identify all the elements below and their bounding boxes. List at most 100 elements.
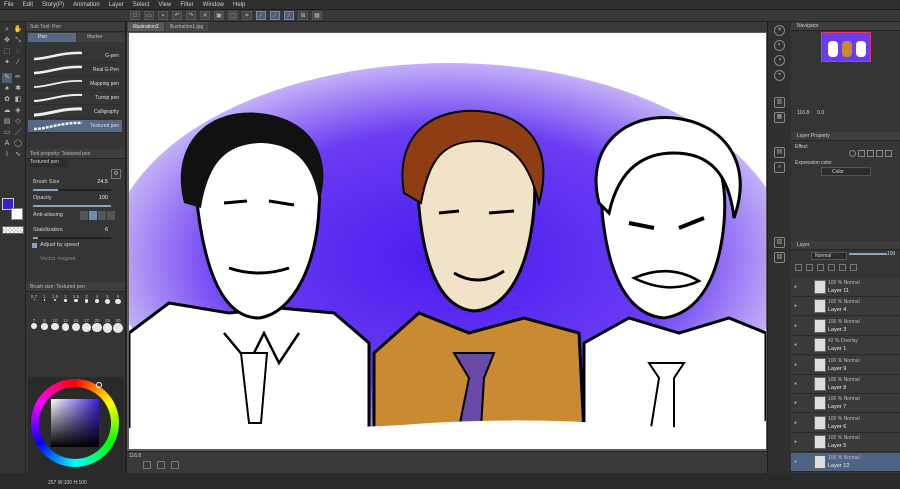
material-tab-icon[interactable]: ▨ xyxy=(774,252,785,263)
menu-window[interactable]: Window xyxy=(203,2,224,8)
color-set-icon[interactable]: ◑ xyxy=(774,55,785,66)
brush-size-value[interactable]: 24.5 xyxy=(97,179,108,185)
brush-turnip-pen[interactable]: Turnip pen xyxy=(28,92,122,105)
fill-icon[interactable]: ▣ xyxy=(214,11,224,20)
select-tool-icon[interactable]: ⬚ xyxy=(2,47,12,57)
visibility-eye-icon[interactable]: ● xyxy=(794,303,800,309)
save-icon[interactable]: ▪ xyxy=(158,11,168,20)
wand-tool-icon[interactable]: ✦ xyxy=(2,58,12,68)
tab-illustration1[interactable]: Illustration1.jpg xyxy=(164,22,209,31)
navigator-tab-icon[interactable]: ▥ xyxy=(774,97,785,108)
vector-magnet-row[interactable]: Vector magnet xyxy=(28,254,122,265)
visibility-eye-icon[interactable]: ● xyxy=(794,439,800,445)
antialias-none-icon[interactable] xyxy=(80,211,88,220)
pencil-tool-icon[interactable]: ✏ xyxy=(13,73,23,83)
visibility-eye-icon[interactable]: ● xyxy=(794,323,800,329)
visibility-eye-icon[interactable]: ● xyxy=(794,400,800,406)
visibility-eye-icon[interactable]: ● xyxy=(794,284,800,290)
layer-row[interactable]: ● 42 % Overlay Layer 1 xyxy=(791,336,900,356)
hue-picker[interactable] xyxy=(96,382,102,388)
color-circle-icon[interactable]: ◐ xyxy=(774,40,785,51)
search-layer-tab-icon[interactable]: ⌕ xyxy=(774,162,785,173)
airbrush-tool-icon[interactable]: ✱ xyxy=(13,84,23,94)
layer-row[interactable]: ● 100 % Normal Layer 3 xyxy=(791,316,900,336)
menu-story[interactable]: Story(P) xyxy=(42,2,64,8)
eyedropper-tool-icon[interactable]: ⁄ xyxy=(13,58,23,68)
draft-layer-icon[interactable] xyxy=(817,264,824,271)
blend-mode-select[interactable]: Normal xyxy=(811,252,847,260)
antialias-strong-icon[interactable] xyxy=(107,211,115,220)
special-ruler-icon[interactable]: ⊞ xyxy=(298,11,308,20)
redo-icon[interactable]: ↷ xyxy=(186,11,196,20)
artwork-canvas[interactable] xyxy=(129,33,766,449)
transform-tool-icon[interactable]: ⤡ xyxy=(13,36,23,46)
brush-tool-icon[interactable]: ♠ xyxy=(2,84,12,94)
layer-row[interactable]: ● 100 % Normal Layer 6 xyxy=(791,413,900,433)
snap-grid-icon[interactable]: ∕ xyxy=(284,11,294,20)
snap-ruler-icon[interactable]: ∕ xyxy=(256,11,266,20)
brush-size-preset[interactable]: 6 xyxy=(112,294,124,306)
eraser-tool-icon[interactable]: ◧ xyxy=(13,95,23,105)
transparent-color-swatch[interactable] xyxy=(2,226,24,234)
menu-edit[interactable]: Edit xyxy=(23,2,33,8)
menu-file[interactable]: File xyxy=(4,2,14,8)
layer-row[interactable]: ● 100 % Normal Layer 4 xyxy=(791,297,900,317)
brush-calligraphy[interactable]: Calligraphy xyxy=(28,106,122,119)
lock-layer-icon[interactable] xyxy=(828,264,835,271)
move-tool-icon[interactable]: ✥ xyxy=(2,36,12,46)
reference-layer-icon[interactable] xyxy=(806,264,813,271)
border-effect-icon[interactable] xyxy=(849,150,856,157)
new-file-icon[interactable]: □ xyxy=(130,11,140,20)
brush-mapping-pen[interactable]: Mapping pen xyxy=(28,78,122,91)
ruler-tool-icon[interactable]: ／ xyxy=(13,128,23,138)
fit-view-icon[interactable] xyxy=(143,461,151,469)
figure-tool-icon[interactable]: ◇ xyxy=(13,117,23,127)
navigator-thumbnail[interactable] xyxy=(821,32,871,62)
tab-marker[interactable]: Marker xyxy=(77,33,124,42)
actual-size-icon[interactable] xyxy=(157,461,165,469)
sub-color-swatch[interactable] xyxy=(11,208,23,220)
visibility-eye-icon[interactable]: ● xyxy=(794,362,800,368)
decoration-tool-icon[interactable]: ✿ xyxy=(2,95,12,105)
gradient-tool-icon[interactable]: ▤ xyxy=(2,117,12,127)
zoom-tool-icon[interactable]: ⌕ xyxy=(2,25,12,35)
layer-row[interactable]: ● 100 % Normal Layer 12 xyxy=(791,452,900,472)
antialias-weak-icon[interactable] xyxy=(89,211,97,220)
antialias-medium-icon[interactable] xyxy=(98,211,106,220)
opacity-slider[interactable] xyxy=(33,205,111,207)
snap-guide-icon[interactable]: ∕ xyxy=(270,11,280,20)
tab-illustration3[interactable]: Illustration3 xyxy=(128,22,164,31)
delete-icon[interactable]: ✕ xyxy=(200,11,210,20)
clip-layer-icon[interactable] xyxy=(795,264,802,271)
visibility-eye-icon[interactable]: ● xyxy=(794,381,800,387)
lasso-tool-icon[interactable]: ◌ xyxy=(13,47,23,57)
visibility-eye-icon[interactable]: ● xyxy=(794,420,800,426)
close-panel-icon[interactable]: ✕ xyxy=(774,25,785,36)
rotate-icon[interactable] xyxy=(171,461,179,469)
mask-effect-icon[interactable] xyxy=(876,150,883,157)
menu-help[interactable]: Help xyxy=(233,2,245,8)
brush-textured-pen[interactable]: Textured pen xyxy=(28,120,122,133)
blend-tool-icon[interactable]: ☁ xyxy=(2,106,12,116)
crop-icon[interactable]: ⌗ xyxy=(242,11,252,20)
mask-icon[interactable] xyxy=(850,264,857,271)
saturation-value-square[interactable] xyxy=(51,399,99,447)
zoom-status[interactable]: 116.8 xyxy=(129,453,141,459)
layer-row[interactable]: ● 100 % Normal Layer 5 xyxy=(791,433,900,453)
extract-line-icon[interactable] xyxy=(885,150,892,157)
pen-tool-icon[interactable]: ✎ xyxy=(2,73,12,83)
layer-opacity-slider[interactable] xyxy=(849,253,887,255)
brush-size-preset[interactable]: 30 xyxy=(112,318,124,333)
text-tool-icon[interactable]: A xyxy=(2,139,12,149)
sub-view-tab-icon[interactable]: ▦ xyxy=(774,112,785,123)
navigator-angle[interactable]: 0.0 xyxy=(817,110,824,118)
visibility-eye-icon[interactable]: ● xyxy=(794,342,800,348)
layer-opacity-value[interactable]: 100 xyxy=(887,251,895,257)
brush-size-slider[interactable] xyxy=(33,189,111,191)
visibility-eye-icon[interactable]: ● xyxy=(794,459,800,465)
tone-effect-icon[interactable] xyxy=(858,150,865,157)
adjust-speed-row[interactable]: Adjust by speed xyxy=(28,240,122,251)
layer-property-tab-icon[interactable]: ▤ xyxy=(774,147,785,158)
layer-row[interactable]: ● 100 % Normal Layer 9 xyxy=(791,355,900,375)
hand-tool-icon[interactable]: ✋ xyxy=(13,25,23,35)
